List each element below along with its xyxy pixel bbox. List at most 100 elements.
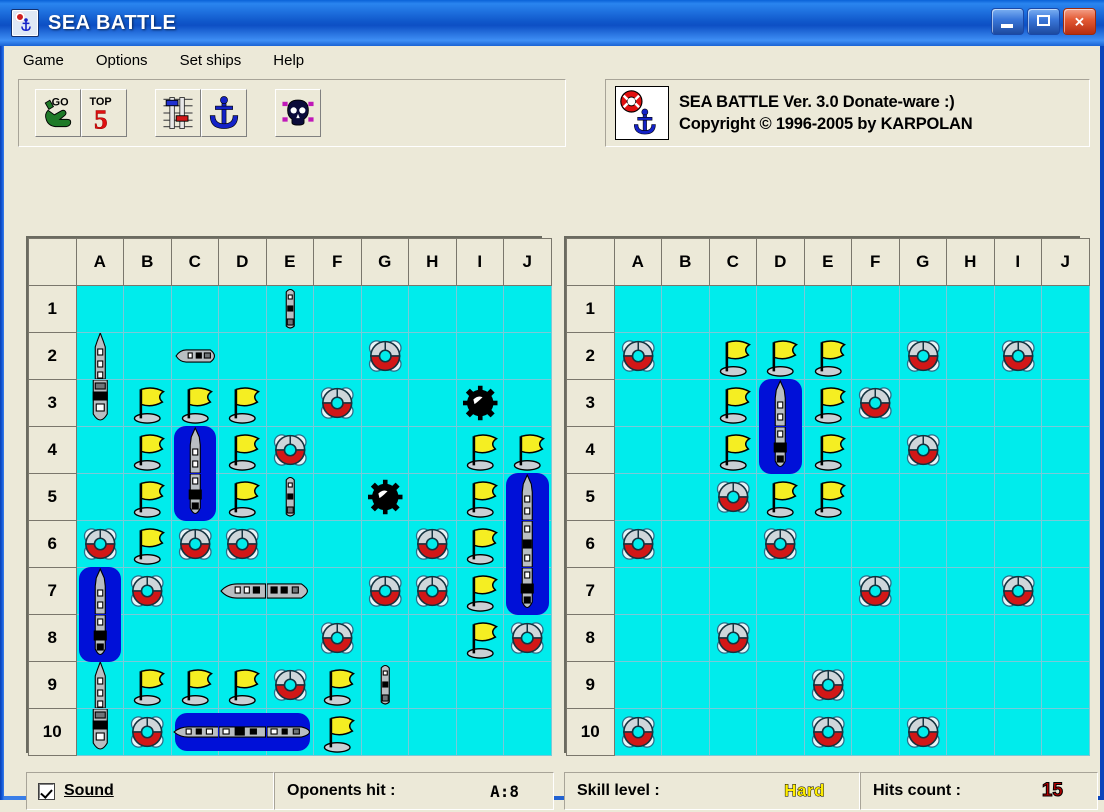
cell-A7[interactable] (613, 567, 662, 615)
cell-C1[interactable] (708, 285, 757, 333)
cell-H9[interactable] (946, 661, 995, 709)
cell-C4[interactable] (708, 426, 757, 474)
cell-A10[interactable] (75, 708, 124, 756)
cell-D1[interactable] (756, 285, 805, 333)
cell-I8[interactable] (993, 614, 1042, 662)
player-board[interactable]: ABCDEFGHIJ1 2 3 4 5 6 7 8 9 10 (26, 236, 552, 756)
cell-J10[interactable] (503, 708, 552, 756)
cell-F7[interactable] (851, 567, 900, 615)
cell-I2[interactable] (455, 332, 504, 380)
cell-D1[interactable] (218, 285, 267, 333)
cell-H2[interactable] (946, 332, 995, 380)
cell-D8[interactable] (218, 614, 267, 662)
cell-A7[interactable] (75, 567, 124, 617)
set-ships-button[interactable] (201, 89, 247, 137)
cell-F3[interactable] (851, 379, 900, 427)
cell-B4[interactable] (661, 426, 710, 474)
cell-E5[interactable] (803, 473, 852, 521)
cell-G6[interactable] (898, 520, 947, 568)
cell-A1[interactable] (613, 285, 662, 333)
sound-checkbox[interactable] (38, 782, 55, 800)
cell-C6[interactable] (170, 520, 219, 568)
cell-E1[interactable] (803, 285, 852, 333)
cell-I7[interactable] (455, 567, 504, 615)
cell-C1[interactable] (170, 285, 219, 333)
cell-B5[interactable] (661, 473, 710, 521)
cell-I1[interactable] (993, 285, 1042, 333)
cell-J4[interactable] (1041, 426, 1090, 474)
cell-J6[interactable] (503, 519, 552, 570)
cell-F8[interactable] (313, 614, 362, 662)
options-button[interactable] (155, 89, 201, 137)
cell-I2[interactable] (993, 332, 1042, 380)
cell-G1[interactable] (360, 285, 409, 333)
cell-G1[interactable] (898, 285, 947, 333)
cell-F3[interactable] (313, 379, 362, 427)
cell-B6[interactable] (661, 520, 710, 568)
menu-item-set-ships[interactable]: Set ships (175, 50, 247, 71)
cell-F10[interactable] (851, 708, 900, 756)
cell-G8[interactable] (360, 614, 409, 662)
cell-G8[interactable] (898, 614, 947, 662)
cell-C3[interactable] (170, 379, 219, 427)
cell-I7[interactable] (993, 567, 1042, 615)
cell-E3[interactable] (803, 379, 852, 427)
cell-I6[interactable] (993, 520, 1042, 568)
cell-A9[interactable] (75, 661, 124, 709)
cell-G6[interactable] (360, 520, 409, 568)
cell-F6[interactable] (313, 520, 362, 568)
cell-I5[interactable] (993, 473, 1042, 521)
cell-A1[interactable] (75, 285, 124, 333)
cell-B2[interactable] (661, 332, 710, 380)
cell-B10[interactable] (123, 708, 172, 756)
top5-button[interactable]: TOP 5 (81, 89, 127, 137)
cell-I10[interactable] (993, 708, 1042, 756)
cell-H9[interactable] (408, 661, 457, 709)
cell-I1[interactable] (455, 285, 504, 333)
menu-item-game[interactable]: Game (18, 50, 69, 71)
cell-D10[interactable] (217, 708, 268, 756)
cell-J7[interactable] (503, 566, 552, 616)
cell-E4[interactable] (803, 426, 852, 474)
cell-G5[interactable] (898, 473, 947, 521)
cell-E7[interactable] (265, 567, 314, 615)
cell-B1[interactable] (661, 285, 710, 333)
cell-F5[interactable] (851, 473, 900, 521)
cell-I9[interactable] (455, 661, 504, 709)
cell-E7[interactable] (803, 567, 852, 615)
cell-F1[interactable] (313, 285, 362, 333)
cell-H5[interactable] (946, 473, 995, 521)
cell-B2[interactable] (123, 332, 172, 380)
cell-H6[interactable] (408, 520, 457, 568)
cell-E2[interactable] (803, 332, 852, 380)
cell-D10[interactable] (756, 708, 805, 756)
cell-D4[interactable] (218, 426, 267, 474)
cell-B8[interactable] (123, 614, 172, 662)
cell-B9[interactable] (123, 661, 172, 709)
cell-B1[interactable] (123, 285, 172, 333)
cell-H1[interactable] (946, 285, 995, 333)
cell-C8[interactable] (708, 614, 757, 662)
cell-G5[interactable] (360, 473, 409, 521)
cell-E8[interactable] (803, 614, 852, 662)
cell-A5[interactable] (75, 473, 124, 521)
cell-F4[interactable] (851, 426, 900, 474)
cell-C7[interactable] (170, 567, 219, 615)
cell-G4[interactable] (898, 426, 947, 474)
cell-G4[interactable] (360, 426, 409, 474)
cell-C10[interactable] (708, 708, 757, 756)
cell-D9[interactable] (218, 661, 267, 709)
cell-A2[interactable] (613, 332, 662, 380)
menu-item-help[interactable]: Help (268, 50, 309, 71)
cell-G9[interactable] (898, 661, 947, 709)
cell-B3[interactable] (661, 379, 710, 427)
cell-J9[interactable] (503, 661, 552, 709)
cell-F2[interactable] (313, 332, 362, 380)
cell-F4[interactable] (313, 426, 362, 474)
cell-H8[interactable] (946, 614, 995, 662)
cell-J3[interactable] (1041, 379, 1090, 427)
cell-E9[interactable] (265, 661, 314, 709)
cell-A5[interactable] (613, 473, 662, 521)
cell-C10[interactable] (170, 708, 220, 756)
cell-I5[interactable] (455, 473, 504, 521)
